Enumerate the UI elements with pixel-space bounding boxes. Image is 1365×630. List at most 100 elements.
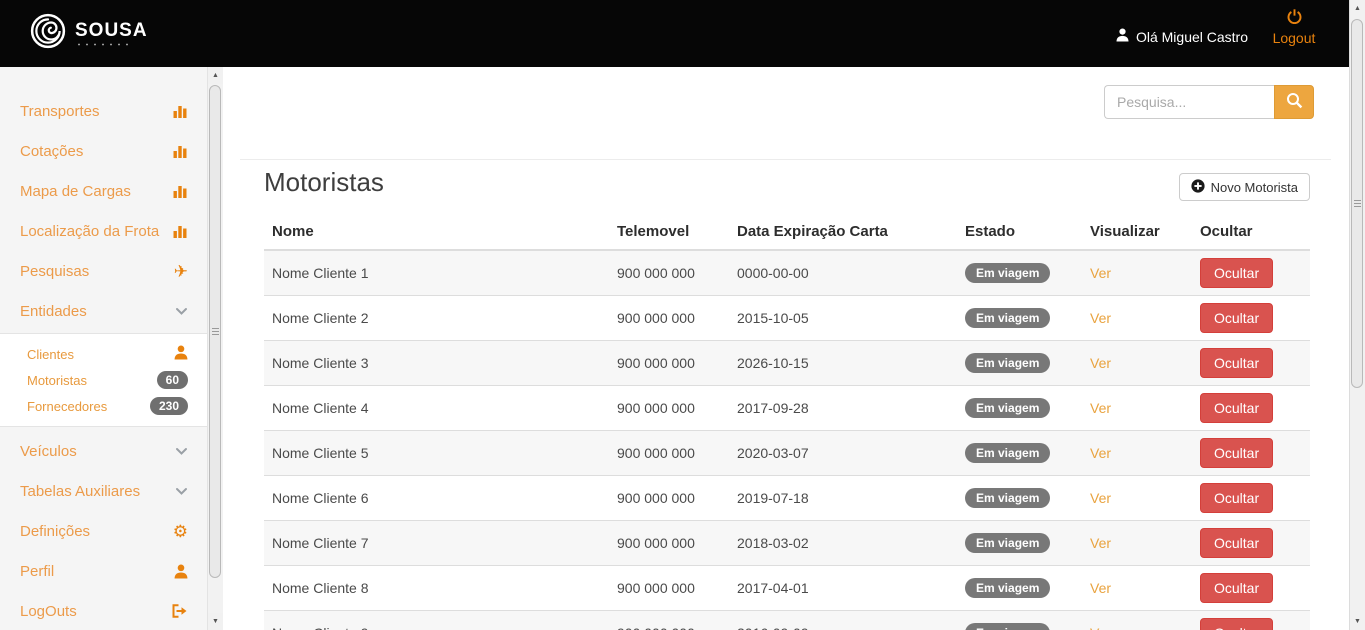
page-scrollbar[interactable]: ▲ ▼: [1349, 0, 1365, 630]
cell-data-expiracao: 2026-10-15: [729, 340, 957, 385]
cell-nome: Nome Cliente 9: [264, 610, 609, 630]
sidebar-item-label: Entidades: [20, 303, 87, 320]
ocultar-button[interactable]: Ocultar: [1200, 393, 1273, 423]
sidebar-item-tabelas-auxiliares[interactable]: Tabelas Auxiliares: [0, 471, 207, 511]
sidebar-scroll-up-icon[interactable]: ▲: [208, 67, 223, 84]
status-badge: Em viagem: [965, 443, 1050, 463]
status-badge: Em viagem: [965, 578, 1050, 598]
sidebar-item-localizacao-da-frota[interactable]: Localização da Frota: [0, 211, 207, 251]
new-motorista-button[interactable]: Novo Motorista: [1179, 173, 1310, 201]
ver-link[interactable]: Ver: [1090, 535, 1111, 551]
brand-tagline-dots: [75, 43, 133, 46]
sidebar-subitem-label: Fornecedores: [27, 399, 107, 414]
page-scrollbar-thumb[interactable]: [1351, 19, 1363, 388]
person-icon: [174, 564, 188, 579]
table-body: Nome Cliente 1900 000 0000000-00-00Em vi…: [264, 250, 1310, 630]
ver-link[interactable]: Ver: [1090, 400, 1111, 416]
ver-link[interactable]: Ver: [1090, 355, 1111, 371]
cell-ocultar: Ocultar: [1192, 610, 1310, 630]
sidebar-item-perfil[interactable]: Perfil: [0, 551, 207, 591]
motoristas-table: Nome Telemovel Data Expiração Carta Esta…: [264, 218, 1310, 630]
ocultar-button[interactable]: Ocultar: [1200, 573, 1273, 603]
user-greeting-label: Olá Miguel Castro: [1136, 29, 1248, 45]
ocultar-button[interactable]: Ocultar: [1200, 483, 1273, 513]
sidebar-scrollbar-thumb[interactable]: [209, 85, 221, 578]
sidebar-item-veiculos[interactable]: Veículos: [0, 431, 207, 471]
sidebar-item-transportes[interactable]: Transportes: [0, 91, 207, 131]
sidebar-subitem-label: Clientes: [27, 347, 74, 362]
sidebar-scroll-down-icon[interactable]: ▼: [208, 613, 223, 630]
sidebar-item-definicoes[interactable]: Definições⚙: [0, 511, 207, 551]
cell-visualizar: Ver: [1082, 340, 1192, 385]
ocultar-button[interactable]: Ocultar: [1200, 528, 1273, 558]
sidebar-item-logouts[interactable]: LogOuts: [0, 591, 207, 630]
ver-link[interactable]: Ver: [1090, 625, 1111, 630]
ver-link[interactable]: Ver: [1090, 580, 1111, 596]
sidebar-item-label: Tabelas Auxiliares: [20, 483, 140, 500]
plane-icon: ✈: [174, 263, 188, 280]
status-badge: Em viagem: [965, 308, 1050, 328]
cell-nome: Nome Cliente 1: [264, 250, 609, 295]
cell-estado: Em viagem: [957, 520, 1082, 565]
sidebar-scrollbar[interactable]: ▲ ▼: [207, 67, 223, 630]
table-row: Nome Cliente 1900 000 0000000-00-00Em vi…: [264, 250, 1310, 295]
sidebar-item-label: Mapa de Cargas: [20, 183, 131, 200]
cell-ocultar: Ocultar: [1192, 295, 1310, 340]
cell-data-expiracao: 0000-00-00: [729, 250, 957, 295]
cell-telemovel: 900 000 000: [609, 430, 729, 475]
bar-chart-icon: [173, 224, 188, 238]
cell-visualizar: Ver: [1082, 385, 1192, 430]
ocultar-button[interactable]: Ocultar: [1200, 438, 1273, 468]
cell-visualizar: Ver: [1082, 610, 1192, 630]
sidebar-item-mapa-de-cargas[interactable]: Mapa de Cargas: [0, 171, 207, 211]
sidebar-item-label: Veículos: [20, 443, 77, 460]
cell-estado: Em viagem: [957, 565, 1082, 610]
cell-visualizar: Ver: [1082, 475, 1192, 520]
cell-visualizar: Ver: [1082, 430, 1192, 475]
brand-name: SOUSA: [75, 21, 148, 41]
sidebar-subitem-fornecedores[interactable]: Fornecedores230: [0, 393, 207, 419]
cell-nome: Nome Cliente 6: [264, 475, 609, 520]
status-badge: Em viagem: [965, 488, 1050, 508]
search-input[interactable]: [1104, 85, 1274, 119]
status-badge: Em viagem: [965, 263, 1050, 283]
brand-logo[interactable]: SOUSA: [30, 13, 148, 54]
sidebar-menu-top: TransportesCotações Mapa de Cargas Localiz…: [0, 91, 207, 331]
cell-data-expiracao: 2017-09-28: [729, 385, 957, 430]
ocultar-button[interactable]: Ocultar: [1200, 258, 1273, 288]
cell-nome: Nome Cliente 8: [264, 565, 609, 610]
cell-telemovel: 900 000 000: [609, 295, 729, 340]
ver-link[interactable]: Ver: [1090, 265, 1111, 281]
ver-link[interactable]: Ver: [1090, 310, 1111, 326]
cell-data-expiracao: 2020-03-07: [729, 430, 957, 475]
sidebar-item-entidades[interactable]: Entidades: [0, 291, 207, 331]
bar-chart-icon: [173, 104, 188, 118]
cell-estado: Em viagem: [957, 610, 1082, 630]
sidebar-item-pesquisas[interactable]: Pesquisas✈: [0, 251, 207, 291]
cell-ocultar: Ocultar: [1192, 520, 1310, 565]
sidebar-item-cotacoes[interactable]: Cotações: [0, 131, 207, 171]
cell-visualizar: Ver: [1082, 520, 1192, 565]
cell-nome: Nome Cliente 5: [264, 430, 609, 475]
column-header-ocultar: Ocultar: [1192, 218, 1310, 250]
cell-telemovel: 900 000 000: [609, 340, 729, 385]
ver-link[interactable]: Ver: [1090, 445, 1111, 461]
logout-button[interactable]: Logout: [1268, 9, 1320, 46]
sidebar-subitem-motoristas[interactable]: Motoristas60: [0, 367, 207, 393]
page-scroll-down-icon[interactable]: ▼: [1350, 613, 1365, 630]
column-header-data-expiracao: Data Expiração Carta: [729, 218, 957, 250]
ver-link[interactable]: Ver: [1090, 490, 1111, 506]
ocultar-button[interactable]: Ocultar: [1200, 348, 1273, 378]
sidebar-submenu-entidades: Clientes Motoristas60Fornecedores230: [0, 333, 207, 427]
sidebar-subitem-clientes[interactable]: Clientes: [0, 341, 207, 367]
ocultar-button[interactable]: Ocultar: [1200, 618, 1273, 630]
page-scroll-up-icon[interactable]: ▲: [1350, 0, 1365, 17]
status-badge: Em viagem: [965, 398, 1050, 418]
top-header: SOUSA Olá Miguel Castro Logout: [0, 0, 1349, 67]
main-content: Motoristas Novo Motorista Nome Telemovel…: [223, 67, 1349, 630]
cell-estado: Em viagem: [957, 385, 1082, 430]
ocultar-button[interactable]: Ocultar: [1200, 303, 1273, 333]
search-button[interactable]: [1274, 85, 1314, 119]
cell-ocultar: Ocultar: [1192, 340, 1310, 385]
cell-visualizar: Ver: [1082, 565, 1192, 610]
